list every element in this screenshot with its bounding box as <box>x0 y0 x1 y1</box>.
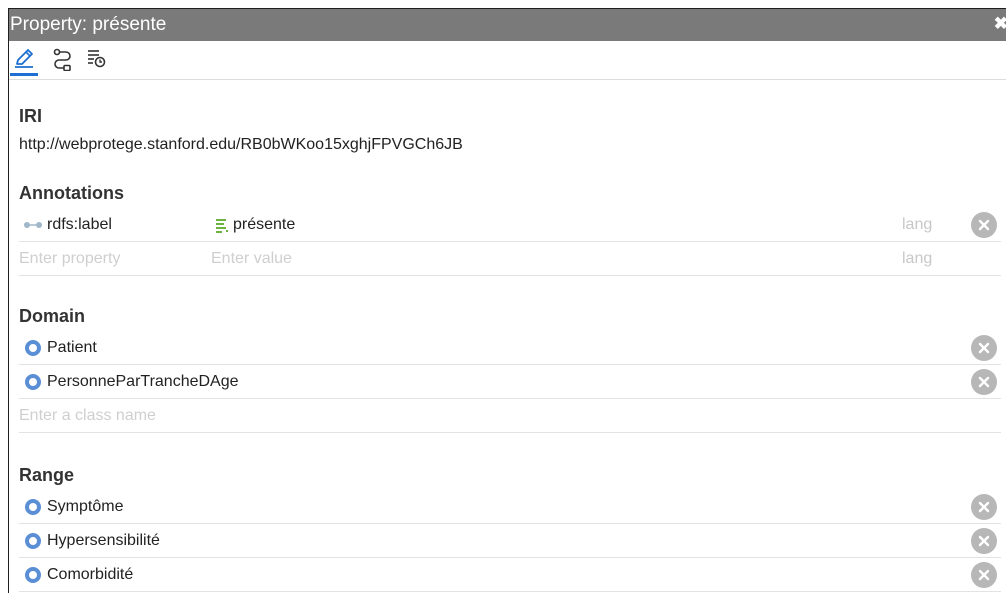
close-icon <box>978 376 990 388</box>
edit-tab[interactable] <box>10 47 38 76</box>
remove-range-button[interactable] <box>971 494 997 520</box>
annotations-table: rdfs:label présente lang Enter property … <box>19 208 1006 276</box>
hierarchy-path-tab[interactable] <box>50 47 74 75</box>
title-bar: Property: présente ✖ <box>9 9 1006 41</box>
list-item: Comorbidité <box>19 558 1001 592</box>
close-icon <box>978 535 990 547</box>
close-icon <box>978 219 990 231</box>
remove-domain-button[interactable] <box>971 335 997 361</box>
editor-toolbar <box>9 41 1006 80</box>
range-heading: Range <box>19 465 75 485</box>
domain-class-label[interactable]: PersonneParTrancheDAge <box>47 373 239 391</box>
annotation-new-row: Enter property Enter value lang <box>19 242 1001 276</box>
list-item: PersonneParTrancheDAge <box>19 365 1001 399</box>
class-name-input[interactable]: Enter a class name <box>19 407 156 425</box>
iri-value[interactable]: http://webprotege.stanford.edu/RB0bWKoo1… <box>19 136 1006 154</box>
close-icon <box>978 501 990 513</box>
class-icon <box>25 373 41 390</box>
close-icon[interactable]: ✖ <box>994 14 1006 34</box>
enter-property-input[interactable]: Enter property <box>19 250 120 268</box>
remove-range-button[interactable] <box>971 562 997 588</box>
domain-class-label[interactable]: Patient <box>47 339 97 357</box>
range-class-label[interactable]: Hypersensibilité <box>47 532 160 550</box>
domain-list: Patient PersonneParTrancheDAge Enter a c… <box>19 331 1006 433</box>
domain-new-row: Enter a class name <box>19 399 1001 433</box>
annotation-lang[interactable]: lang <box>902 216 932 234</box>
annotations-heading: Annotations <box>19 183 124 203</box>
class-icon <box>25 566 41 583</box>
class-icon <box>25 532 41 549</box>
list-item: Hypersensibilité <box>19 524 1001 558</box>
class-icon <box>25 498 41 515</box>
class-icon <box>25 339 41 356</box>
remove-domain-button[interactable] <box>971 369 997 395</box>
window-title: Property: présente <box>10 14 167 35</box>
enter-value-input[interactable]: Enter value <box>211 250 292 268</box>
annotation-property[interactable]: rdfs:label <box>23 216 112 234</box>
hierarchy-path-icon <box>53 48 71 71</box>
annotation-value[interactable]: présente <box>215 216 295 234</box>
range-class-label[interactable]: Comorbidité <box>47 566 133 584</box>
close-icon <box>978 569 990 581</box>
annotation-row: rdfs:label présente lang <box>19 208 1001 242</box>
editor-content: IRI http://webprotege.stanford.edu/RB0bW… <box>9 106 1006 592</box>
range-list: Symptôme Hypersensibilité Comorbidité <box>19 490 1006 592</box>
history-tab[interactable] <box>84 47 108 75</box>
annotation-property-icon <box>24 221 42 228</box>
remove-annotation-button[interactable] <box>971 212 997 238</box>
remove-range-button[interactable] <box>971 528 997 554</box>
history-list-icon <box>88 50 106 68</box>
domain-heading: Domain <box>19 306 86 326</box>
iri-heading: IRI <box>19 106 43 126</box>
range-class-label[interactable]: Symptôme <box>47 498 123 516</box>
literal-value-icon <box>216 218 228 233</box>
property-editor-window: Property: présente ✖ <box>8 8 1006 593</box>
close-icon <box>978 342 990 354</box>
pencil-edit-icon <box>15 49 33 68</box>
enter-lang-input[interactable]: lang <box>902 250 932 268</box>
annotation-property-label: rdfs:label <box>47 215 112 233</box>
list-item: Symptôme <box>19 490 1001 524</box>
annotation-value-text: présente <box>233 215 296 233</box>
list-item: Patient <box>19 331 1001 365</box>
